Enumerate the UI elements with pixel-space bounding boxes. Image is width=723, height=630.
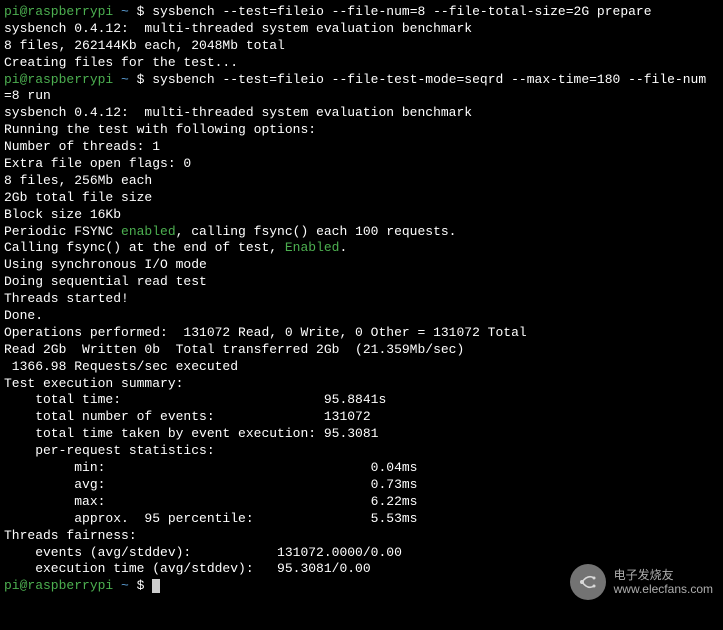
prompt-user: pi@raspberrypi (4, 4, 113, 19)
output-line: total time: 95.8841s (4, 392, 719, 409)
output-line: 8 files, 262144Kb each, 2048Mb total (4, 38, 719, 55)
output-line: min: 0.04ms (4, 460, 719, 477)
prompt-line-1: pi@raspberrypi ~ $ sysbench --test=filei… (4, 4, 719, 21)
output-line: 1366.98 Requests/sec executed (4, 359, 719, 376)
prompt-user: pi@raspberrypi (4, 578, 113, 593)
output-line: events (avg/stddev): 131072.0000/0.00 (4, 545, 719, 562)
watermark: 电子发烧友 www.elecfans.com (570, 564, 713, 600)
output-line: Block size 16Kb (4, 207, 719, 224)
watermark-title: 电子发烧友 (614, 568, 713, 582)
enabled-text: enabled (121, 224, 176, 239)
command-2-cont: =8 run (4, 88, 719, 105)
output-line: sysbench 0.4.12: multi-threaded system e… (4, 105, 719, 122)
prompt-path: ~ (121, 72, 129, 87)
output-line: Threads started! (4, 291, 719, 308)
output-line: Read 2Gb Written 0b Total transferred 2G… (4, 342, 719, 359)
output-line: Running the test with following options: (4, 122, 719, 139)
output-line: Extra file open flags: 0 (4, 156, 719, 173)
output-line: Operations performed: 131072 Read, 0 Wri… (4, 325, 719, 342)
watermark-logo-icon (570, 564, 606, 600)
command-1: sysbench --test=fileio --file-num=8 --fi… (152, 4, 651, 19)
output-line: total number of events: 131072 (4, 409, 719, 426)
output-line: Threads fairness: (4, 528, 719, 545)
output-line: Number of threads: 1 (4, 139, 719, 156)
output-line: per-request statistics: (4, 443, 719, 460)
prompt-user: pi@raspberrypi (4, 72, 113, 87)
output-line: Creating files for the test... (4, 55, 719, 72)
output-line: total time taken by event execution: 95.… (4, 426, 719, 443)
output-line: approx. 95 percentile: 5.53ms (4, 511, 719, 528)
output-line: Using synchronous I/O mode (4, 257, 719, 274)
output-line: Periodic FSYNC enabled, calling fsync() … (4, 224, 719, 241)
output-line: Test execution summary: (4, 376, 719, 393)
output-line: Doing sequential read test (4, 274, 719, 291)
output-line: max: 6.22ms (4, 494, 719, 511)
prompt-path: ~ (121, 4, 129, 19)
watermark-url: www.elecfans.com (614, 582, 713, 596)
command-2: sysbench --test=fileio --file-test-mode=… (152, 72, 706, 87)
cursor-icon (152, 579, 160, 593)
output-line: sysbench 0.4.12: multi-threaded system e… (4, 21, 719, 38)
output-line: avg: 0.73ms (4, 477, 719, 494)
output-line: Calling fsync() at the end of test, Enab… (4, 240, 719, 257)
prompt-path: ~ (121, 578, 129, 593)
watermark-text: 电子发烧友 www.elecfans.com (614, 568, 713, 597)
output-line: 8 files, 256Mb each (4, 173, 719, 190)
terminal[interactable]: pi@raspberrypi ~ $ sysbench --test=filei… (4, 4, 719, 595)
enabled-text: Enabled (285, 240, 340, 255)
prompt-line-2: pi@raspberrypi ~ $ sysbench --test=filei… (4, 72, 719, 89)
output-line: Done. (4, 308, 719, 325)
output-line: 2Gb total file size (4, 190, 719, 207)
